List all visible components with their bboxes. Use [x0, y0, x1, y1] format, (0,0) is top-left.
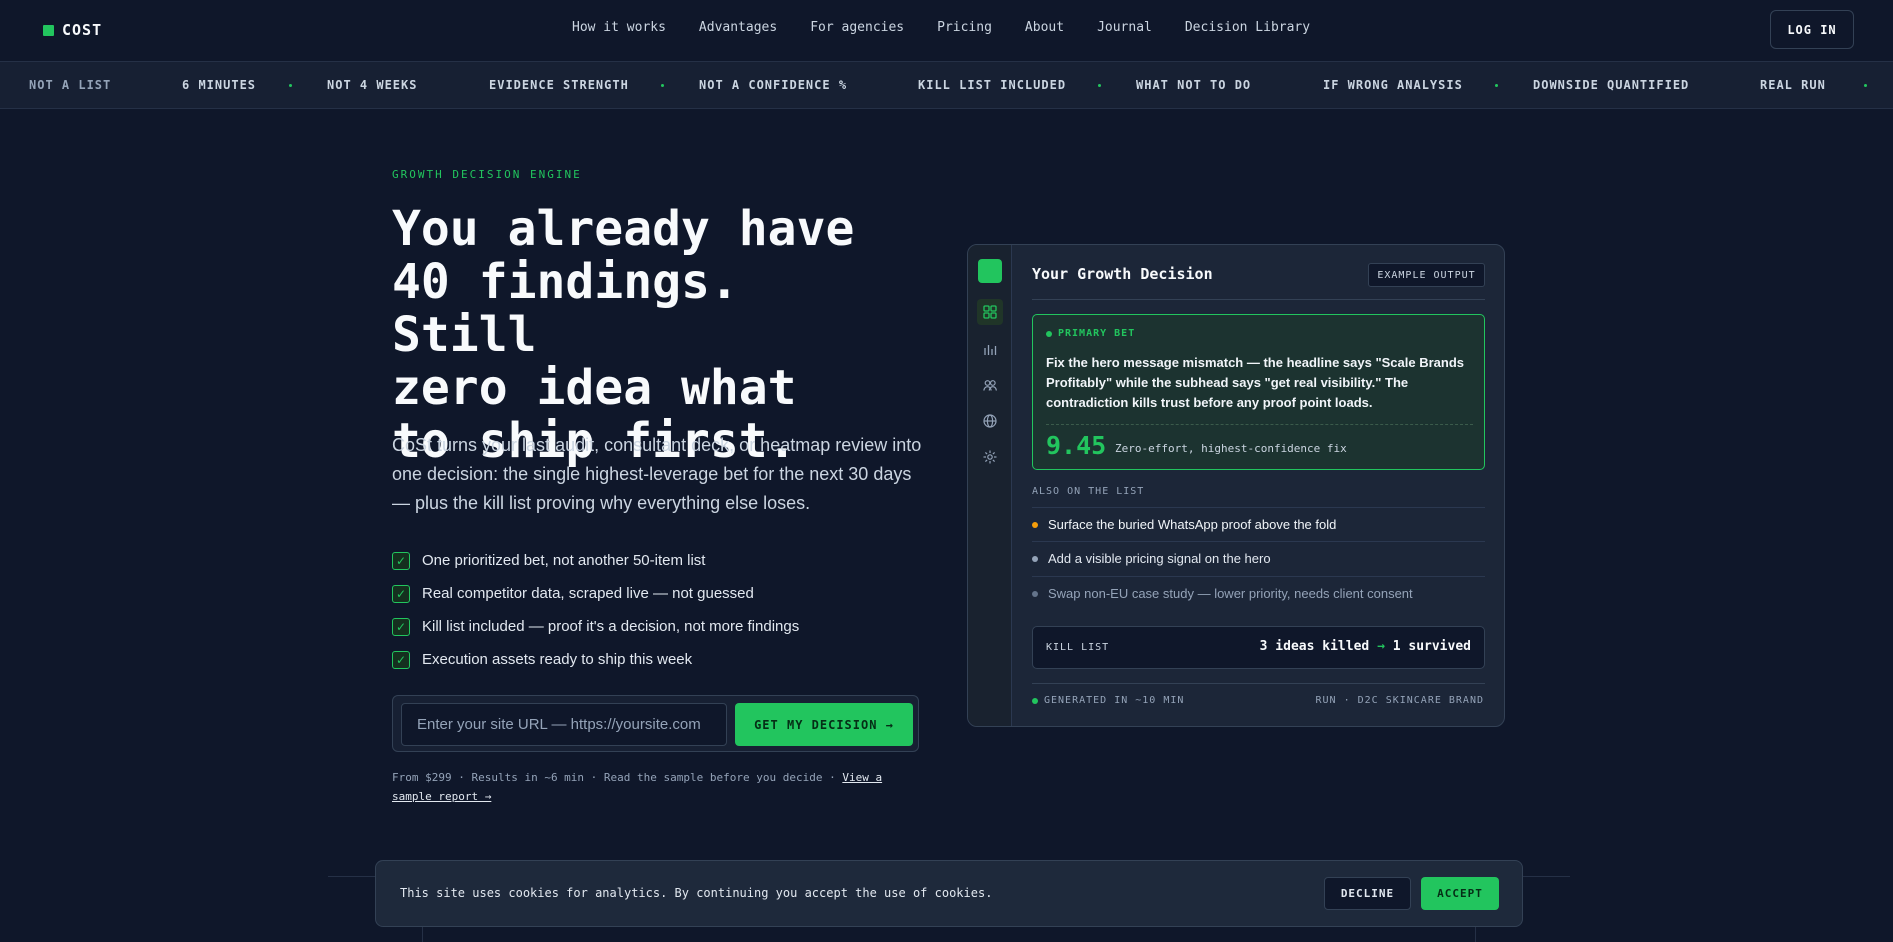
hero-subhead: CoSt turns your last audit, consultant d… — [392, 435, 922, 513]
check-icon: ✓ — [392, 617, 410, 636]
priority-dot-icon — [1032, 590, 1038, 597]
cookie-banner: This site uses cookies for analytics. By… — [375, 860, 1523, 927]
ticker-item: KILL LIST INCLUDED — [918, 78, 1067, 92]
benefit-item: ✓ One prioritized bet, not another 50-it… — [392, 544, 799, 577]
ticker-item: NOT A CONFIDENCE % — [699, 78, 848, 92]
example-output-badge: EXAMPLE OUTPUT — [1368, 263, 1485, 287]
nav-link-how-it-works[interactable]: How it works — [572, 20, 666, 35]
primary-bet-score: 9.45 — [1046, 431, 1107, 460]
nav-link-decision-library[interactable]: Decision Library — [1185, 20, 1310, 35]
primary-bet-label: PRIMARY BET — [1046, 328, 1135, 339]
nav-links: How it works Advantages For agencies Pri… — [572, 20, 1310, 35]
nav-link-journal[interactable]: Journal — [1097, 20, 1152, 35]
top-nav: COST How it works Advantages For agencie… — [0, 0, 1893, 62]
site-url-input[interactable] — [401, 703, 727, 746]
bar-chart-icon[interactable] — [977, 336, 1003, 362]
generated-time-text: GENERATED IN ~10 MIN — [1044, 695, 1185, 706]
kill-list-label: KILL LIST — [1046, 642, 1110, 653]
ideas-killed-count: 3 ideas killed — [1259, 639, 1370, 654]
users-icon[interactable] — [977, 372, 1003, 398]
benefit-text: One prioritized bet, not another 50-item… — [422, 552, 706, 569]
logo-mark-icon — [43, 24, 54, 36]
also-on-list-label: ALSO ON THE LIST — [1032, 486, 1145, 497]
headline-line: You already have — [392, 201, 855, 257]
benefit-text: Kill list included — proof it's a decisi… — [422, 618, 800, 635]
generated-time: GENERATED IN ~10 MIN — [1032, 695, 1184, 706]
nav-link-about[interactable]: About — [1025, 20, 1064, 35]
ticker-item: NOT A LIST — [29, 78, 112, 92]
status-dot-icon — [1046, 330, 1052, 337]
ticker-dot-icon — [661, 84, 664, 87]
globe-icon[interactable] — [977, 408, 1003, 434]
list-item: Add a visible pricing signal on the hero — [1032, 541, 1485, 575]
arrow-right-icon: → — [1377, 639, 1385, 654]
ideas-survived-count: 1 survived — [1392, 639, 1471, 654]
hero-eyebrow: GROWTH DECISION ENGINE — [392, 168, 582, 181]
check-icon: ✓ — [392, 584, 410, 603]
ticker-item: NOT 4 WEEKS — [327, 78, 418, 92]
settings-icon[interactable] — [977, 444, 1003, 470]
primary-bet-separator — [1046, 424, 1473, 425]
primary-bet-label-text: PRIMARY BET — [1058, 328, 1136, 339]
list-item-text: Surface the buried WhatsApp proof above … — [1048, 517, 1337, 532]
ticker-dot-icon — [289, 84, 292, 87]
pricing-fineprint: From $299 · Results in ~6 min · Read the… — [392, 768, 927, 806]
login-button[interactable]: LOG IN — [1770, 10, 1854, 49]
headline-line: zero idea what — [392, 360, 797, 416]
ticker-bar: NOT A LIST 6 MINUTES NOT 4 WEEKS EVIDENC… — [0, 62, 1893, 109]
ticker-dot-icon — [1864, 84, 1867, 87]
benefit-text: Real competitor data, scraped live — not… — [422, 585, 754, 602]
nav-link-advantages[interactable]: Advantages — [699, 20, 777, 35]
app-logo-icon — [978, 259, 1002, 283]
ticker-dot-icon — [1098, 84, 1101, 87]
ticker-item: IF WRONG ANALYSIS — [1323, 78, 1463, 92]
priority-dot-icon — [1032, 521, 1038, 528]
benefit-text: Execution assets ready to ship this week — [422, 651, 693, 668]
check-icon: ✓ — [392, 650, 410, 669]
get-decision-button[interactable]: GET MY DECISION → — [735, 703, 913, 746]
list-item-text: Add a visible pricing signal on the hero — [1048, 551, 1271, 566]
list-item: Surface the buried WhatsApp proof above … — [1032, 507, 1485, 541]
nav-link-pricing[interactable]: Pricing — [937, 20, 992, 35]
ticker-item: REAL RUN — [1760, 78, 1826, 92]
hero-headline: You already have 40 findings. Still zero… — [392, 203, 912, 468]
ticker-item: DOWNSIDE QUANTIFIED — [1533, 78, 1690, 92]
benefit-list: ✓ One prioritized bet, not another 50-it… — [392, 544, 799, 676]
grid-icon[interactable] — [977, 299, 1003, 325]
check-icon: ✓ — [392, 551, 410, 570]
ticker-item: EVIDENCE STRENGTH — [489, 78, 629, 92]
card-divider — [1032, 299, 1485, 300]
logo[interactable]: COST — [43, 21, 102, 39]
run-label: RUN · D2C SKINCARE BRAND — [1315, 695, 1484, 706]
card-sidebar — [968, 245, 1012, 726]
logo-text: COST — [62, 21, 103, 39]
growth-decision-card: Your Growth Decision EXAMPLE OUTPUT PRIM… — [967, 244, 1505, 727]
primary-bet-panel: PRIMARY BET Fix the hero message mismatc… — [1032, 314, 1485, 470]
kill-list-summary: 3 ideas killed → 1 survived — [1260, 639, 1471, 654]
ticker-dot-icon — [1495, 84, 1498, 87]
benefit-item: ✓ Kill list included — proof it's a deci… — [392, 610, 799, 643]
primary-bet-text: Fix the hero message mismatch — the head… — [1046, 355, 1464, 410]
card-title: Your Growth Decision — [1032, 265, 1213, 283]
benefit-item: ✓ Real competitor data, scraped live — n… — [392, 577, 799, 610]
priority-dot-icon — [1032, 555, 1038, 562]
card-divider — [1032, 683, 1485, 684]
list-item-text: Swap non-EU case study — lower priority,… — [1048, 586, 1413, 601]
nav-link-for-agencies[interactable]: For agencies — [810, 20, 904, 35]
headline-line: 40 findings. Still — [392, 254, 739, 363]
list-item: Swap non-EU case study — lower priority,… — [1032, 576, 1485, 610]
accept-cookies-button[interactable]: ACCEPT — [1421, 877, 1499, 910]
ticker-item: WHAT NOT TO DO — [1136, 78, 1252, 92]
ticker-item: 6 MINUTES — [182, 78, 257, 92]
primary-bet-score-note: Zero-effort, highest-confidence fix — [1115, 442, 1347, 455]
url-form: GET MY DECISION → — [392, 695, 919, 752]
decline-cookies-button[interactable]: DECLINE — [1324, 877, 1411, 910]
benefit-item: ✓ Execution assets ready to ship this we… — [392, 643, 799, 676]
kill-list-panel: KILL LIST 3 ideas killed → 1 survived — [1032, 626, 1485, 669]
cookie-text: This site uses cookies for analytics. By… — [400, 886, 993, 900]
fineprint-text: From $299 · Results in ~6 min · Read the… — [392, 771, 843, 784]
status-dot-icon — [1032, 697, 1038, 704]
